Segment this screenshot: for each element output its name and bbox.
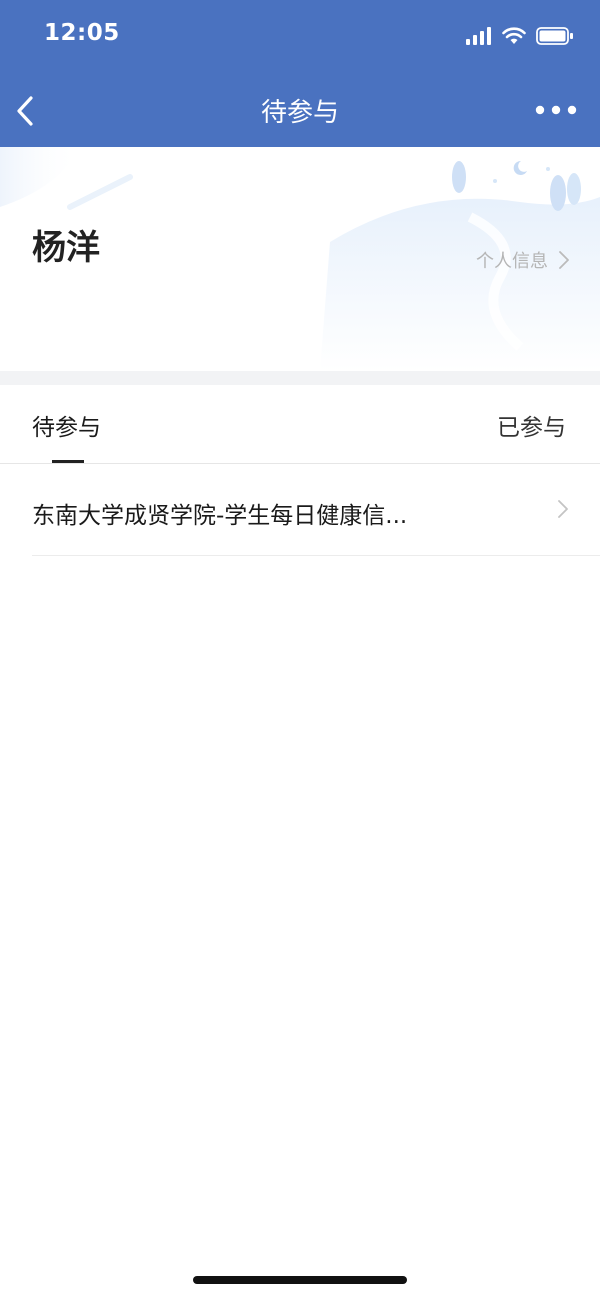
section-divider [0, 371, 600, 385]
home-indicator [193, 1276, 407, 1284]
tab-participated[interactable]: 已参与 [497, 408, 566, 442]
tab-pending[interactable]: 待参与 [32, 408, 101, 442]
profile-card: 杨洋 个人信息 [0, 147, 600, 371]
status-time: 12:05 [44, 20, 120, 46]
active-tab-indicator [52, 460, 84, 463]
personal-info-link[interactable]: 个人信息 [476, 247, 570, 273]
list-item[interactable]: 东南大学成贤学院-学生每日健康信... [32, 464, 600, 556]
signal-icon [466, 27, 491, 45]
more-button[interactable] [534, 98, 578, 122]
more-dots-icon [535, 105, 577, 115]
chevron-right-icon [558, 500, 568, 518]
battery-icon [536, 27, 573, 45]
personal-info-label: 个人信息 [476, 251, 548, 272]
status-icons [466, 24, 574, 48]
header-bar: 12:05 待参与 [0, 0, 600, 147]
user-name: 杨洋 [32, 228, 100, 268]
chevron-right-icon [559, 251, 569, 269]
list-item-title: 东南大学成贤学院-学生每日健康信... [32, 503, 408, 529]
page-title: 待参与 [260, 98, 339, 128]
wifi-icon [502, 27, 526, 44]
tab-bar: 待参与 已参与 [0, 385, 600, 464]
